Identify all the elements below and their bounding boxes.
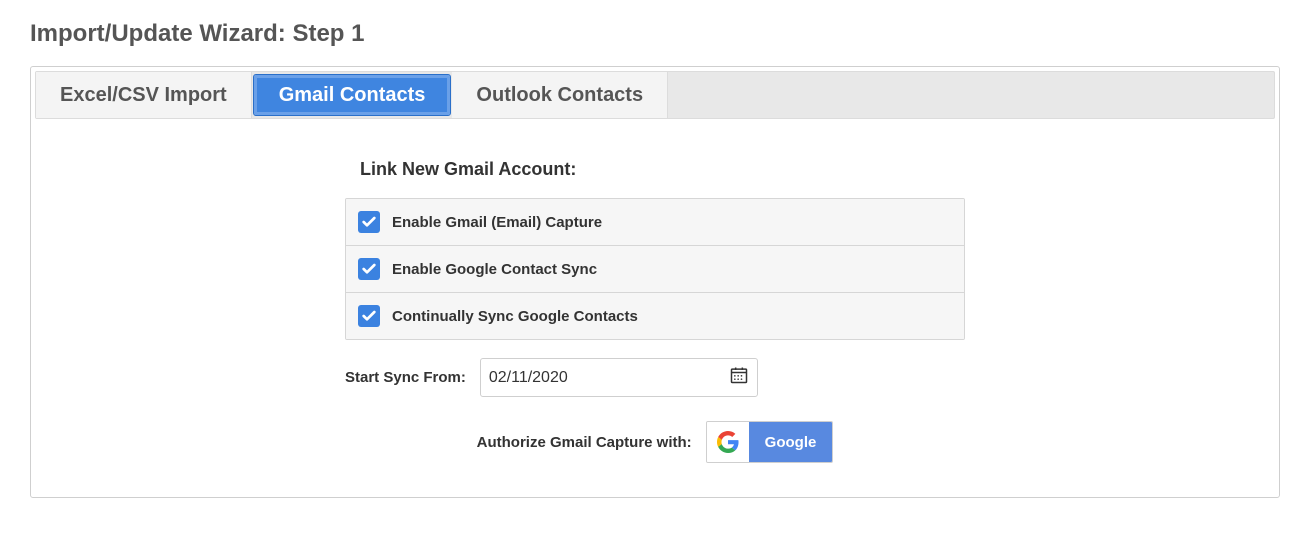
checkbox-email-capture[interactable]	[358, 211, 380, 233]
calendar-icon[interactable]	[729, 365, 749, 390]
tab-content-gmail: Link New Gmail Account: Enable Gmail (Em…	[35, 119, 1275, 493]
checkbox-contact-sync[interactable]	[358, 258, 380, 280]
check-icon	[361, 214, 377, 230]
google-auth-button[interactable]: Google	[706, 421, 834, 463]
date-input-wrap	[480, 358, 758, 397]
tab-gmail-contacts[interactable]: Gmail Contacts	[254, 75, 451, 115]
start-sync-row: Start Sync From:	[345, 358, 965, 397]
option-row-email-capture: Enable Gmail (Email) Capture	[346, 199, 964, 246]
option-label: Enable Google Contact Sync	[392, 261, 597, 278]
authorize-label: Authorize Gmail Capture with:	[477, 434, 692, 451]
options-table: Enable Gmail (Email) Capture Enable Goog…	[345, 198, 965, 340]
google-button-label: Google	[749, 422, 833, 462]
start-sync-input[interactable]	[489, 369, 689, 387]
tab-outlook-contacts[interactable]: Outlook Contacts	[452, 72, 668, 118]
check-icon	[361, 308, 377, 324]
option-row-continual-sync: Continually Sync Google Contacts	[346, 293, 964, 339]
authorize-row: Authorize Gmail Capture with: Google	[345, 421, 965, 463]
tab-bar: Excel/CSV Import Gmail Contacts Outlook …	[35, 71, 1275, 119]
checkbox-continual-sync[interactable]	[358, 305, 380, 327]
wizard-card: Excel/CSV Import Gmail Contacts Outlook …	[30, 66, 1280, 498]
option-label: Continually Sync Google Contacts	[392, 308, 638, 325]
page-title: Import/Update Wizard: Step 1	[30, 20, 1280, 48]
section-heading: Link New Gmail Account:	[360, 159, 980, 180]
tab-excel-csv-import[interactable]: Excel/CSV Import	[36, 72, 252, 118]
start-sync-label: Start Sync From:	[345, 369, 466, 386]
option-label: Enable Gmail (Email) Capture	[392, 214, 602, 231]
option-row-contact-sync: Enable Google Contact Sync	[346, 246, 964, 293]
google-logo-icon	[707, 422, 749, 462]
check-icon	[361, 261, 377, 277]
